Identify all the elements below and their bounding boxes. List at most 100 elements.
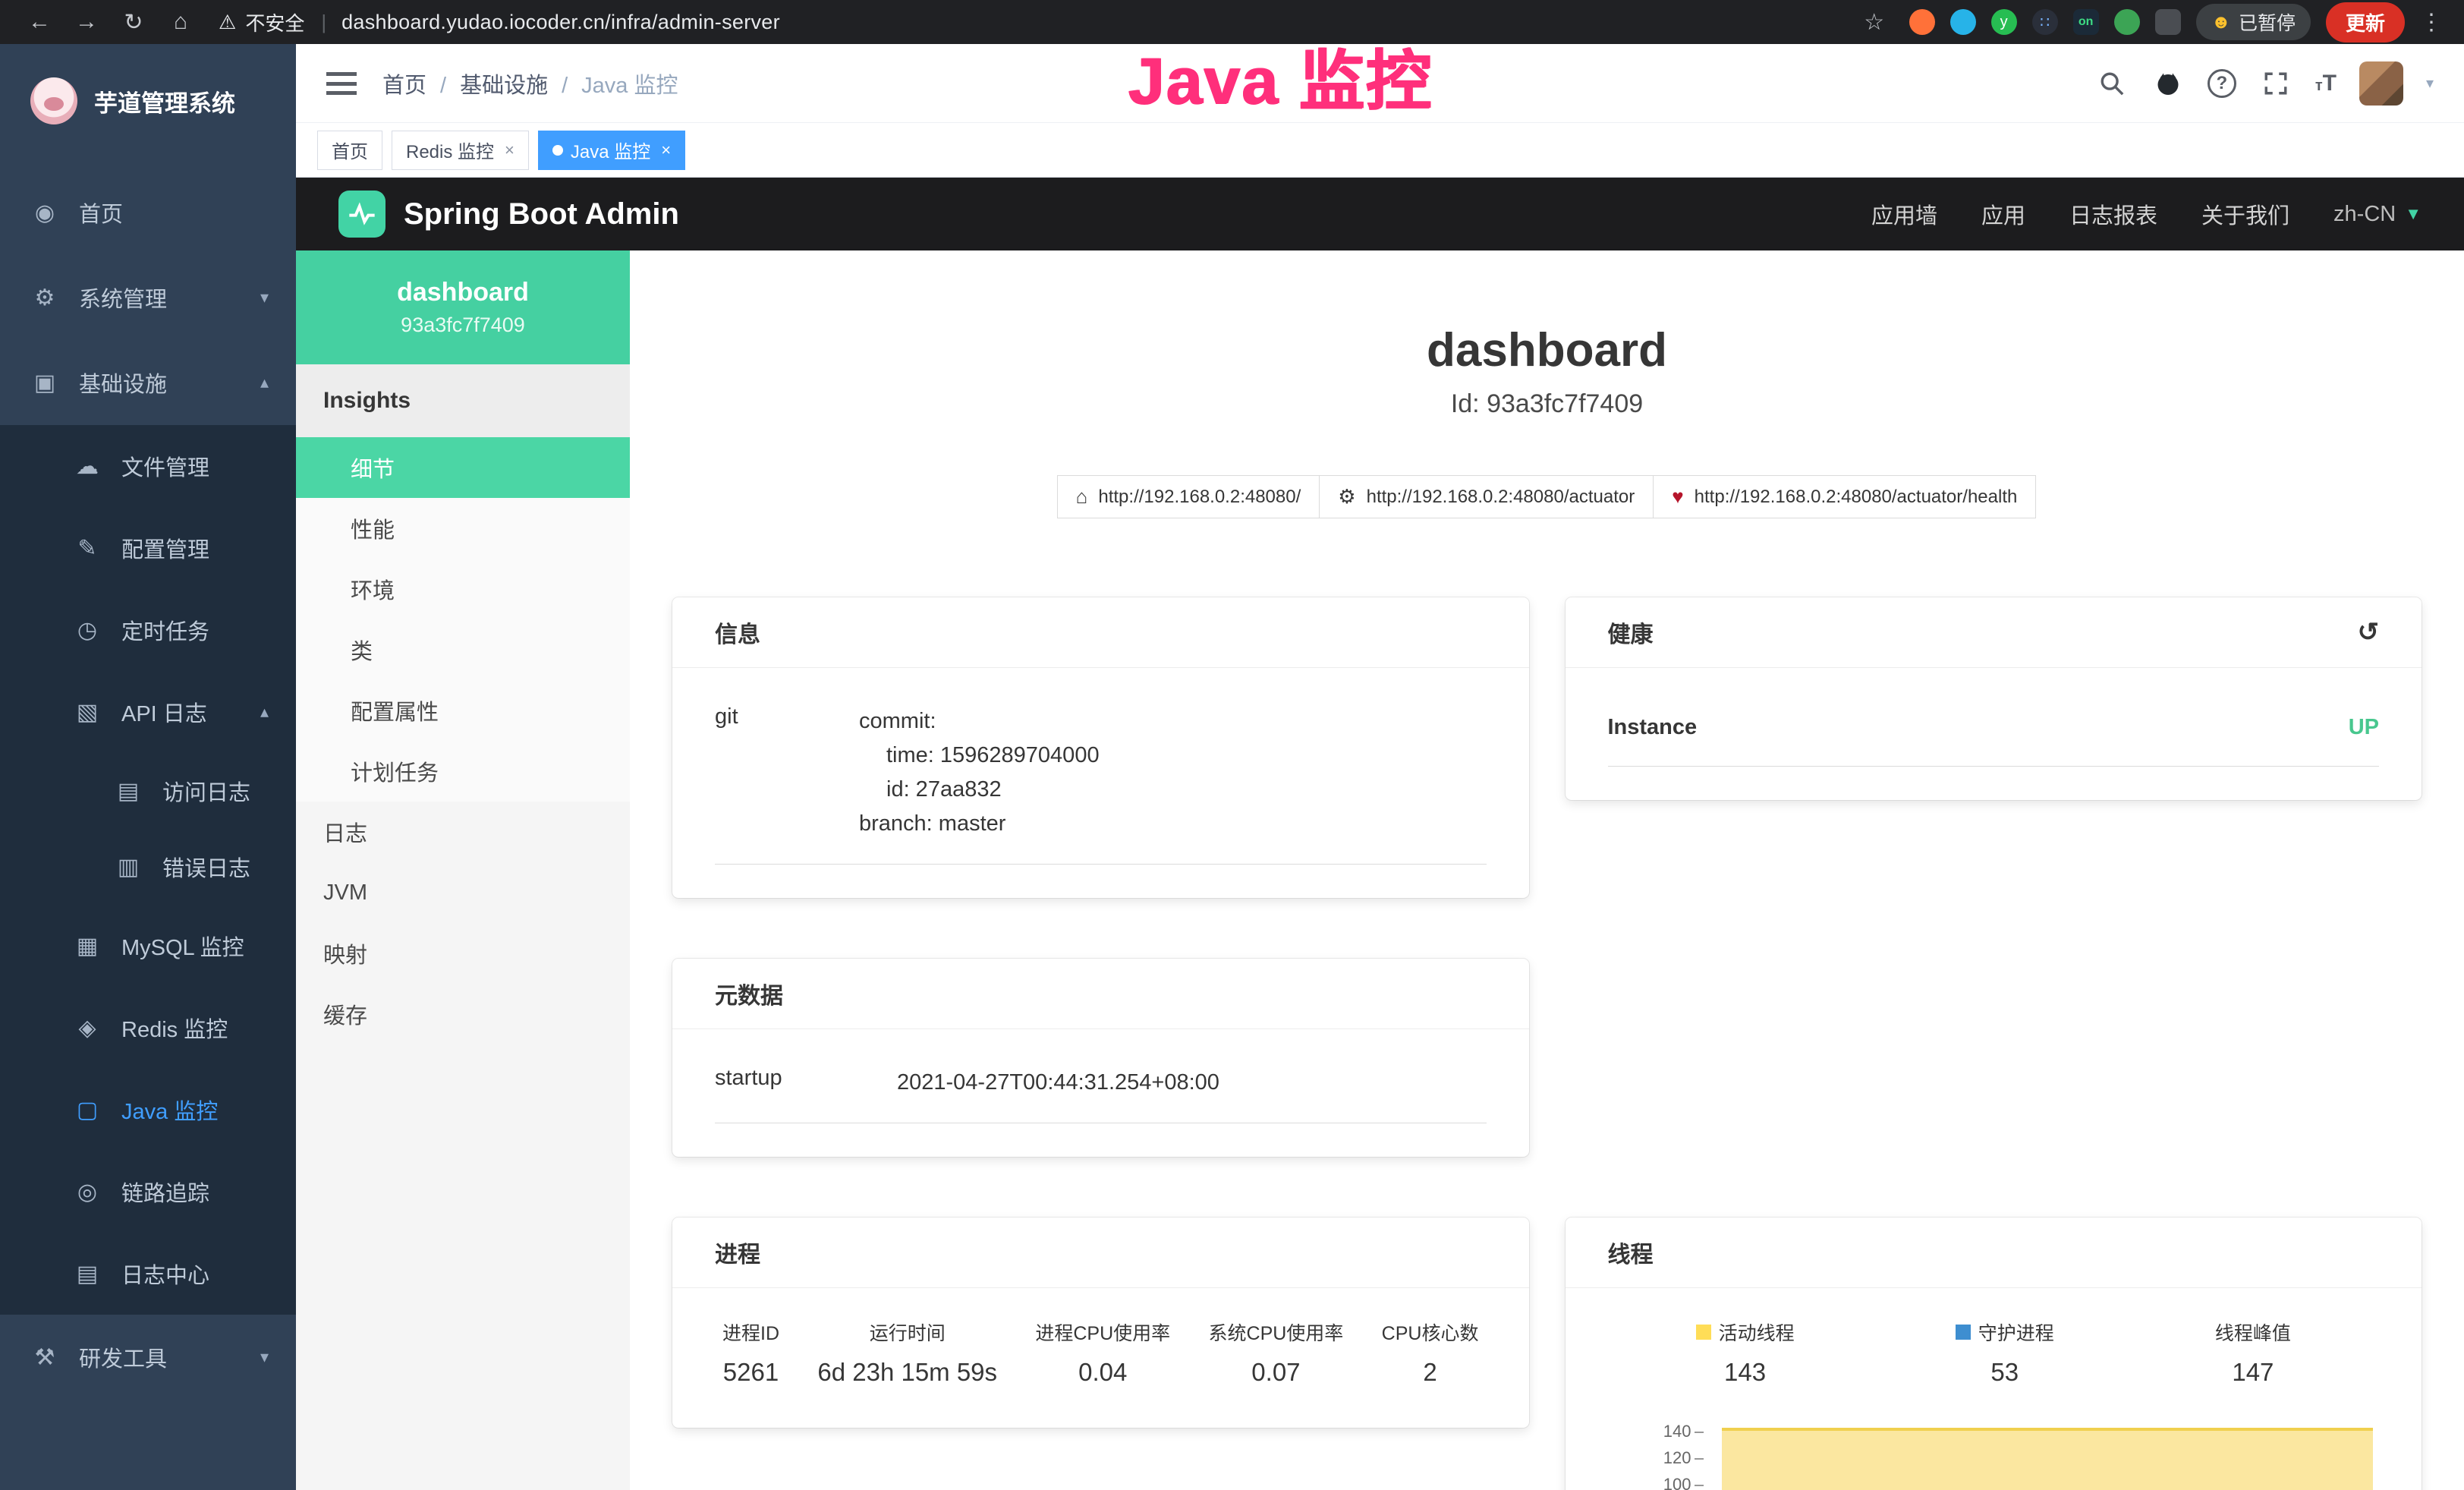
bookmark-star-icon[interactable]: ☆ — [1855, 9, 1894, 36]
history-icon[interactable]: ↺ — [2358, 617, 2380, 647]
back-icon[interactable]: ← — [20, 9, 59, 35]
sidebar-item-config[interactable]: ✎ 配置管理 — [0, 507, 296, 589]
sba-item-configprops[interactable]: 配置属性 — [296, 680, 630, 741]
hamburger-icon[interactable] — [326, 72, 357, 95]
sidebar-item-api-logs[interactable]: ▧ API 日志 ▴ — [0, 671, 296, 753]
tab-close-icon[interactable]: × — [505, 140, 515, 160]
extension-drop-icon[interactable] — [1950, 9, 1976, 35]
browser-menu-icon[interactable]: ⋮ — [2420, 9, 2444, 36]
extension-green-icon[interactable]: y — [1991, 9, 2017, 35]
pencil-icon: ✎ — [73, 535, 102, 562]
forward-icon[interactable]: → — [67, 9, 106, 35]
extension-grid-icon[interactable]: ∷ — [2032, 9, 2058, 35]
extension-puzzle-icon[interactable] — [2155, 9, 2181, 35]
tab-java-monitor[interactable]: Java 监控 × — [538, 131, 685, 170]
sidebar-item-infra[interactable]: ▣ 基础设施 ▴ — [0, 340, 296, 425]
paused-badge[interactable]: ☻ 已暂停 — [2196, 4, 2311, 40]
clock-icon: ◷ — [73, 617, 102, 644]
sba-nav-journal[interactable]: 日志报表 — [2069, 198, 2157, 230]
tab-home[interactable]: 首页 — [317, 131, 382, 170]
sba-nav-applications[interactable]: 应用 — [1981, 198, 2025, 230]
health-instance-row[interactable]: Instance UP — [1608, 694, 2380, 767]
sidebar-item-files[interactable]: ☁ 文件管理 — [0, 425, 296, 507]
sidebar-item-system[interactable]: ⚙ 系统管理 ▾ — [0, 255, 296, 340]
sba-item-mappings[interactable]: 映射 — [296, 923, 630, 984]
warning-icon: ⚠ — [219, 11, 236, 34]
sidebar-item-log-center[interactable]: ▤ 日志中心 — [0, 1233, 296, 1315]
breadcrumb: 首页 基础设施 Java 监控 — [382, 68, 678, 99]
sba-item-metrics[interactable]: 性能 — [296, 498, 630, 559]
sidebar-item-access-logs[interactable]: ▤ 访问日志 — [0, 753, 296, 829]
tab-close-icon[interactable]: × — [661, 140, 671, 160]
sidebar-item-mysql[interactable]: ▦ MySQL 监控 — [0, 905, 296, 987]
git-commit-label: commit: — [859, 704, 1100, 739]
sba-item-caches[interactable]: 缓存 — [296, 984, 630, 1044]
sba-item-logs[interactable]: 日志 — [296, 802, 630, 862]
insights-group: 细节 性能 环境 类 配置属性 计划任务 — [296, 437, 630, 802]
y-tick: 100 — [1608, 1475, 1691, 1490]
fullscreen-icon[interactable] — [2259, 67, 2292, 100]
sba-logo-icon[interactable] — [338, 191, 385, 238]
update-button[interactable]: 更新 — [2326, 2, 2405, 43]
page-title: dashboard — [630, 323, 2464, 377]
tab-redis-monitor[interactable]: Redis 监控 × — [392, 131, 529, 170]
sba-item-jvm[interactable]: JVM — [296, 862, 630, 923]
cpu-cores: CPU核心数 2 — [1382, 1318, 1479, 1387]
avatar-caret-icon[interactable]: ▾ — [2426, 74, 2434, 93]
url-bar[interactable]: dashboard.yudao.iocoder.cn/infra/admin-s… — [341, 11, 780, 34]
extension-on-icon[interactable]: on — [2073, 9, 2099, 35]
metadata-card-title: 元数据 — [672, 959, 1529, 1029]
help-icon[interactable]: ? — [2208, 69, 2236, 98]
insights-section-label[interactable]: Insights — [296, 364, 630, 437]
breadcrumb-infra[interactable]: 基础设施 — [460, 68, 581, 99]
extension-leaf-icon[interactable] — [2114, 9, 2140, 35]
sba-brand[interactable]: Spring Boot Admin — [404, 197, 679, 232]
startup-key: startup — [715, 1066, 897, 1100]
link-actuator-url[interactable]: ⚙ http://192.168.0.2:48080/actuator — [1319, 475, 1654, 518]
search-icon[interactable] — [2095, 67, 2129, 100]
sidebar-item-devtools[interactable]: ⚒ 研发工具 ▾ — [0, 1315, 296, 1400]
locale-select[interactable]: zh-CN ▼ — [2333, 202, 2422, 227]
sba-main: dashboard Id: 93a3fc7f7409 ⌂ http://192.… — [630, 250, 2464, 1490]
health-card: 健康 ↺ Instance UP — [1566, 597, 2422, 800]
threads-card-title: 线程 — [1566, 1218, 2422, 1288]
sidebar-item-java-monitor[interactable]: ▢ Java 监控 — [0, 1069, 296, 1151]
browser-actions: ☆ y ∷ on ☻ 已暂停 更新 ⋮ — [1855, 2, 2444, 43]
user-avatar[interactable] — [2359, 61, 2403, 106]
home-icon[interactable]: ⌂ — [161, 9, 200, 35]
heart-icon: ♥ — [1672, 485, 1683, 509]
cards-grid: 信息 git commit: time: 1596289704000 id: 2… — [672, 597, 2422, 1490]
security-warning[interactable]: ⚠ 不安全 | — [219, 8, 334, 36]
process-cpu: 进程CPU使用率 0.04 — [1035, 1318, 1170, 1387]
breadcrumb-home[interactable]: 首页 — [382, 68, 460, 99]
sidebar-item-home[interactable]: ◉ 首页 — [0, 170, 296, 255]
reload-icon[interactable]: ↻ — [114, 9, 153, 36]
sidebar-item-redis[interactable]: ◈ Redis 监控 — [0, 987, 296, 1069]
sidebar-item-jobs[interactable]: ◷ 定时任务 — [0, 589, 296, 671]
app-menu: ◉ 首页 ⚙ 系统管理 ▾ ▣ 基础设施 ▴ ☁ 文件管理 — [0, 158, 296, 1400]
github-icon[interactable] — [2151, 67, 2185, 100]
sba-item-classes[interactable]: 类 — [296, 619, 630, 680]
sba-item-scheduledtasks[interactable]: 计划任务 — [296, 741, 630, 802]
tools-icon: ⚒ — [30, 1344, 59, 1371]
health-card-body: Instance UP — [1566, 668, 2422, 800]
sba-sidebar: dashboard 93a3fc7f7409 Insights 细节 性能 环境… — [296, 250, 630, 1490]
logo-avatar-icon — [30, 77, 77, 124]
app-logo[interactable]: 芋道管理系统 — [0, 44, 296, 158]
sba-nav-wall[interactable]: 应用墙 — [1871, 198, 1937, 230]
sba-nav-about[interactable]: 关于我们 — [2201, 198, 2289, 230]
git-commit-time: time: 1596289704000 — [859, 739, 1100, 773]
font-size-icon[interactable]: тT — [2315, 71, 2337, 96]
sba-item-details[interactable]: 细节 — [296, 437, 630, 498]
extension-fox-icon[interactable] — [1909, 9, 1935, 35]
link-service-url[interactable]: ⌂ http://192.168.0.2:48080/ — [1057, 475, 1320, 518]
link-health-url[interactable]: ♥ http://192.168.0.2:48080/actuator/heal… — [1653, 475, 2036, 518]
sidebar-item-error-logs[interactable]: ▥ 错误日志 — [0, 829, 296, 905]
gear-icon: ⚙ — [30, 285, 59, 311]
git-commit-id: id: 27aa832 — [859, 773, 1100, 807]
sidebar-item-tracing[interactable]: ◎ 链路追踪 — [0, 1151, 296, 1233]
sba-item-environment[interactable]: 环境 — [296, 559, 630, 619]
process-card-title: 进程 — [672, 1218, 1529, 1288]
instance-header[interactable]: dashboard 93a3fc7f7409 — [296, 250, 630, 364]
home-menu-icon: ◉ — [30, 200, 59, 226]
